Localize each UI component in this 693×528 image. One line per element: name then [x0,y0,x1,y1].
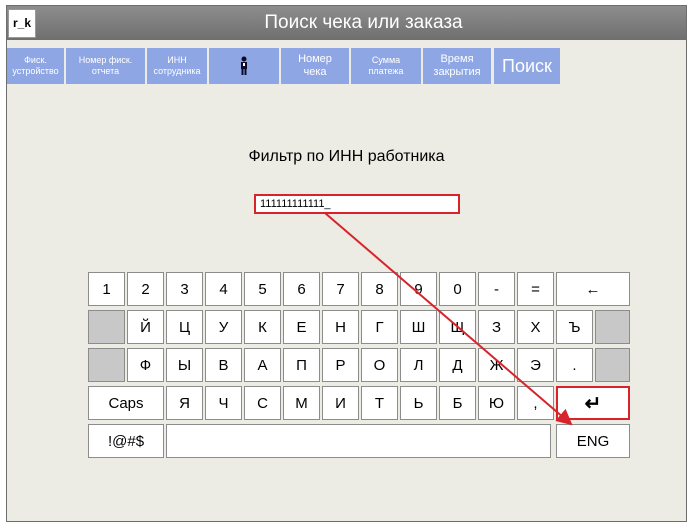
annotation-arrow [324,212,573,426]
app-window: r_k Поиск чека или заказа Фиск. устройст… [6,5,687,522]
